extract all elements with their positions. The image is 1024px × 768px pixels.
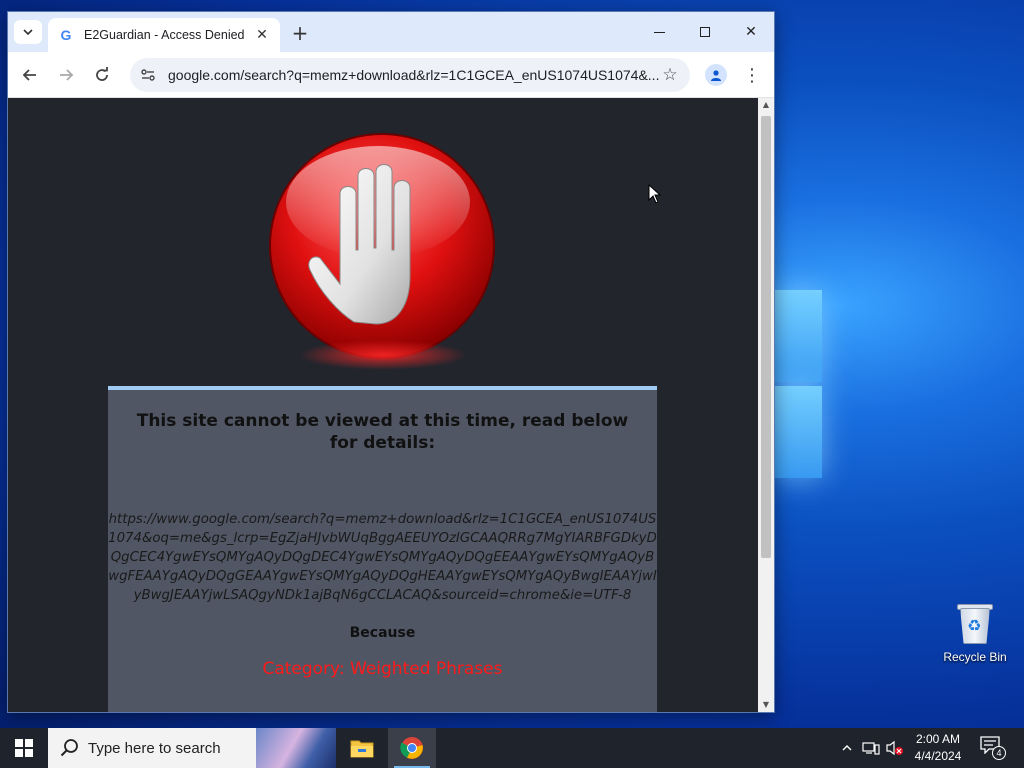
google-favicon-icon: G: [60, 27, 72, 43]
access-denied-panel: This site cannot be viewed at this time,…: [108, 386, 657, 712]
tab-search-button[interactable]: [14, 20, 42, 44]
scroll-up-arrow-icon[interactable]: ▲: [758, 98, 774, 112]
volume-muted-icon: [886, 740, 903, 756]
folder-icon: [350, 740, 374, 758]
tab-strip: G E2Guardian - Access Denied ✕ + ✕: [8, 12, 774, 52]
address-bar[interactable]: google.com/search?q=memz+download&rlz=1C…: [130, 58, 690, 92]
chevron-up-icon: [842, 745, 852, 751]
profile-avatar-icon: [705, 64, 727, 86]
windows-logo-pane: [775, 386, 822, 478]
close-window-button[interactable]: ✕: [728, 12, 774, 52]
reload-icon: [96, 67, 108, 81]
forward-button[interactable]: [54, 63, 78, 87]
tab-title: E2Guardian - Access Denied: [84, 28, 245, 42]
windows-logo-pane: [775, 290, 822, 382]
blocked-url: https://www.google.com/search?q=memz+dow…: [108, 512, 657, 603]
clock-date: 4/4/2024: [914, 749, 962, 763]
new-tab-button[interactable]: +: [288, 22, 312, 46]
show-hidden-icons-button[interactable]: [838, 728, 856, 768]
page-content: This site cannot be viewed at this time,…: [8, 98, 758, 712]
url-text[interactable]: google.com/search?q=memz+download&rlz=1C…: [168, 67, 660, 83]
profile-button[interactable]: [704, 63, 728, 87]
maximize-icon: [700, 27, 710, 37]
tab-close-icon[interactable]: ✕: [254, 27, 270, 43]
file-explorer-taskbar-button[interactable]: [338, 728, 386, 768]
clock-time: 2:00 AM: [915, 732, 961, 746]
windows-logo-icon: [15, 739, 33, 757]
because-label: Because: [349, 625, 416, 641]
minimize-button[interactable]: [636, 12, 682, 52]
minimize-icon: [653, 31, 665, 33]
vertical-scrollbar[interactable]: ▲ ▼: [758, 98, 774, 712]
volume-tray-button[interactable]: [884, 728, 906, 768]
taskbar: Type here to search 2:00 AM 4/4/2024 4: [0, 728, 1024, 768]
block-category: Category: Weighted Phrases: [262, 659, 503, 679]
site-info-icon[interactable]: [140, 67, 156, 83]
stop-sign-glow: [298, 340, 468, 370]
search-highlight-image: [256, 728, 336, 768]
browser-menu-button[interactable]: ⋮: [740, 63, 764, 87]
search-placeholder: Type here to search: [88, 739, 221, 757]
scrollbar-thumb[interactable]: [761, 116, 771, 558]
chrome-taskbar-button[interactable]: [388, 728, 436, 768]
denied-heading: This site cannot be viewed at this time,…: [136, 411, 629, 453]
start-button[interactable]: [0, 728, 48, 768]
network-icon: [862, 742, 880, 755]
chevron-down-icon: [23, 29, 33, 35]
notification-count-badge: 4: [992, 746, 1006, 760]
recycle-bin-label: Recycle Bin: [943, 650, 1007, 664]
bookmark-star-icon[interactable]: ☆: [660, 65, 680, 85]
reload-button[interactable]: [90, 63, 114, 87]
network-tray-button[interactable]: [860, 728, 882, 768]
arrow-right-icon: [60, 69, 74, 81]
kebab-menu-icon: ⋮: [743, 64, 761, 86]
search-icon: [60, 739, 78, 757]
mouse-pointer-icon: [648, 184, 662, 204]
arrow-left-icon: [22, 69, 36, 81]
notification-center-button[interactable]: 4: [980, 736, 1006, 760]
taskbar-search-box[interactable]: Type here to search: [48, 728, 336, 768]
maximize-button[interactable]: [682, 12, 728, 52]
browser-window: G E2Guardian - Access Denied ✕ + ✕ googl…: [8, 12, 774, 712]
tab-active[interactable]: G E2Guardian - Access Denied ✕: [48, 18, 280, 52]
recycle-bin-shortcut[interactable]: ♻ Recycle Bin: [942, 602, 1008, 664]
chrome-icon: [400, 737, 423, 759]
scroll-down-arrow-icon[interactable]: ▼: [758, 698, 774, 712]
stop-hand-icon: [269, 133, 495, 359]
recycle-bin-icon: ♻: [955, 602, 995, 646]
close-icon: ✕: [745, 24, 757, 40]
browser-toolbar: google.com/search?q=memz+download&rlz=1C…: [8, 52, 774, 98]
back-button[interactable]: [18, 63, 42, 87]
taskbar-clock[interactable]: 2:00 AM 4/4/2024: [912, 731, 964, 765]
